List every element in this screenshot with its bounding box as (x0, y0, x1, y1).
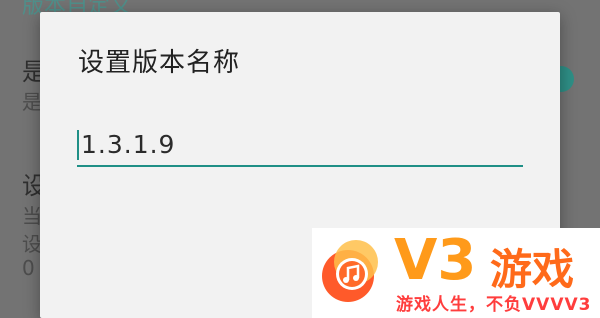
v3-logo-icon (322, 240, 378, 302)
input-underline (77, 165, 523, 167)
watermark-slogan: 游戏人生，不负VVVV3 (396, 295, 592, 315)
text-cursor (77, 130, 79, 160)
setting-row-subtitle-2b: 设 (22, 232, 42, 256)
watermark-brand: V3 (394, 228, 477, 293)
setting-row-subtitle-2a: 当 (22, 204, 42, 228)
setting-row-subtitle-2c: 0 (22, 256, 35, 280)
dialog-title: 设置版本名称 (78, 48, 241, 78)
watermark-brand-suffix: 游戏 (490, 245, 575, 294)
version-name-field[interactable] (77, 124, 527, 168)
setting-row-subtitle: 是 (22, 90, 42, 114)
version-name-input[interactable] (77, 124, 527, 164)
watermark: V3 游戏 游戏人生，不负VVVV3 (312, 228, 600, 318)
